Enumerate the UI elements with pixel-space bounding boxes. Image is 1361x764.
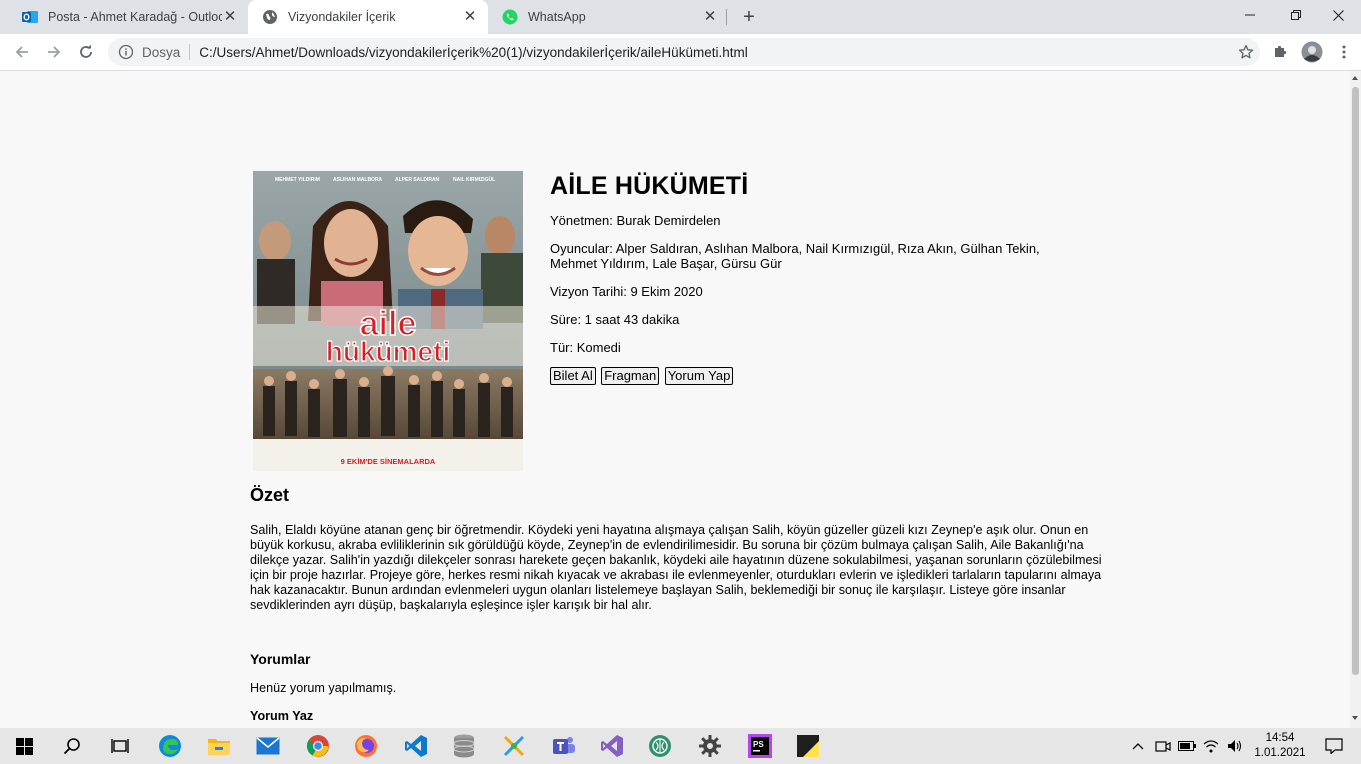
address-scheme-label: Dosya: [142, 44, 181, 60]
search-icon[interactable]: [48, 728, 96, 764]
visual-studio-icon[interactable]: [588, 728, 636, 764]
chrome-menu-icon[interactable]: [1330, 38, 1358, 66]
windows-taskbar: PS 14:54 1.01.2021: [0, 728, 1361, 764]
scroll-up-arrow-icon[interactable]: [1352, 76, 1358, 80]
battery-icon: [1176, 728, 1198, 764]
write-comment-button[interactable]: Yorum Yap: [664, 367, 734, 385]
scrollbar-thumb[interactable]: [1352, 87, 1359, 675]
movie-genre: Tür: Komedi: [550, 340, 621, 355]
reload-icon: [80, 44, 92, 58]
clock-date: 1.01.2021: [1254, 747, 1306, 759]
mail-icon[interactable]: [244, 728, 292, 764]
reload-button[interactable]: [72, 38, 100, 66]
action-buttons: Bilet Al Fragman Yorum Yap: [550, 367, 1070, 385]
poster-credit: ASLIHAN MALBORA: [333, 177, 383, 183]
movie-title: AİLE HÜKÜMETİ: [550, 172, 749, 200]
windows-start-icon[interactable]: [0, 728, 48, 764]
page-viewport: MEHMET YILDIRIM ASLIHAN MALBORA ALPER SA…: [0, 71, 1350, 728]
meet-now-icon[interactable]: [1152, 728, 1174, 764]
movie-director: Yönetmen: Burak Demirdelen: [550, 213, 721, 228]
tab-title: Posta - Ahmet Karadağ - Outlook: [48, 10, 222, 24]
globe-icon: [262, 9, 278, 25]
tab-outlook[interactable]: Posta - Ahmet Karadağ - Outlook ✕: [8, 0, 248, 34]
file-explorer-icon[interactable]: [195, 728, 243, 764]
restore-button[interactable]: [1273, 0, 1319, 30]
buy-ticket-button[interactable]: Bilet Al: [550, 367, 596, 385]
trailer-button[interactable]: Fragman: [601, 367, 660, 385]
write-comment-heading: Yorum Yaz: [250, 709, 314, 723]
poster-release-text: 9 EKİM'DE SİNEMALARDA: [341, 457, 436, 466]
close-window-button[interactable]: [1315, 0, 1361, 30]
show-hidden-icons-chevron-icon[interactable]: [1128, 728, 1148, 764]
network-tool-icon[interactable]: [490, 728, 538, 764]
back-arrow-icon: [15, 46, 28, 58]
chrome-icon[interactable]: [294, 728, 342, 764]
whatsapp-icon: [502, 9, 518, 25]
forward-arrow-icon: [48, 46, 61, 58]
new-tab-button[interactable]: +: [737, 5, 761, 29]
address-url[interactable]: C:/Users/Ahmet/Downloads/vizyondakilerİç…: [199, 45, 1232, 60]
extensions-puzzle-icon[interactable]: [1266, 38, 1294, 66]
profile-avatar[interactable]: [1298, 38, 1326, 66]
address-divider: [189, 44, 191, 60]
movie-cast: Oyuncular: Alper Saldıran, Aslıhan Malbo…: [550, 241, 1040, 271]
edge-icon[interactable]: [146, 728, 194, 764]
forward-button[interactable]: [40, 38, 68, 66]
wifi-icon[interactable]: [1200, 728, 1222, 764]
taskbar-clock[interactable]: 14:54 1.01.2021: [1252, 731, 1308, 761]
clock-time: 14:54: [1265, 732, 1295, 744]
summary-heading: Özet: [250, 485, 290, 505]
browser-tab-strip: Posta - Ahmet Karadağ - Outlook ✕ Vizyon…: [0, 0, 1361, 34]
teams-icon[interactable]: [540, 728, 588, 764]
svg-text:PS: PS: [753, 740, 764, 749]
close-tab-icon[interactable]: ✕: [462, 9, 478, 25]
firefox-icon[interactable]: [342, 728, 390, 764]
browser-toolbar: Dosya C:/Users/Ahmet/Downloads/vizyondak…: [0, 34, 1361, 71]
close-tab-icon[interactable]: ✕: [702, 9, 718, 25]
outlook-icon: [22, 9, 38, 25]
back-button[interactable]: [8, 38, 36, 66]
settings-gear-icon[interactable]: [686, 728, 734, 764]
tab-whatsapp[interactable]: WhatsApp ✕: [488, 0, 728, 34]
movie-duration: Süre: 1 saat 43 dakika: [550, 312, 680, 327]
volume-icon[interactable]: [1224, 728, 1246, 764]
close-tab-icon[interactable]: ✕: [222, 9, 238, 25]
no-comments-text: Henüz yorum yapılmamış.: [250, 681, 397, 695]
tab-title: Vizyondakiler İçerik: [288, 10, 396, 24]
poster-credit: ALPER SALDIRAN: [395, 177, 440, 183]
tab-vizyondakiler[interactable]: Vizyondakiler İçerik ✕: [248, 0, 488, 34]
tab-title: WhatsApp: [528, 10, 586, 24]
vscode-icon[interactable]: [392, 728, 440, 764]
phpstorm-icon[interactable]: PS: [736, 728, 784, 764]
task-view-icon[interactable]: [96, 728, 144, 764]
movie-info: AİLE HÜKÜMETİ Yönetmen: Burak Demirdelen…: [550, 171, 1070, 385]
notification-center-icon[interactable]: [1318, 728, 1350, 764]
database-icon[interactable]: [440, 728, 488, 764]
tab-divider: [726, 9, 727, 25]
poster-credit: NAIL KIRMIZIGÜL: [453, 176, 495, 183]
movie-release-date: Vizyon Tarihi: 9 Ekim 2020: [550, 284, 703, 299]
sticky-notes-icon[interactable]: [784, 728, 832, 764]
bookmark-star-icon[interactable]: [1232, 38, 1260, 66]
brain-app-icon[interactable]: [636, 728, 684, 764]
info-icon: [118, 44, 134, 60]
comments-heading: Yorumlar: [250, 651, 311, 667]
scroll-down-arrow-icon[interactable]: [1352, 716, 1358, 720]
summary-text: Salih, Elaldı köyüne atanan genç bir öğr…: [250, 523, 1102, 612]
minimize-button[interactable]: [1227, 0, 1273, 30]
poster-credit: MEHMET YILDIRIM: [275, 177, 320, 183]
address-bar[interactable]: Dosya C:/Users/Ahmet/Downloads/vizyondak…: [108, 38, 1260, 66]
page-scrollbar[interactable]: [1350, 71, 1361, 728]
poster-title-line2: hükümeti: [326, 336, 450, 367]
movie-poster: MEHMET YILDIRIM ASLIHAN MALBORA ALPER SA…: [253, 171, 523, 471]
